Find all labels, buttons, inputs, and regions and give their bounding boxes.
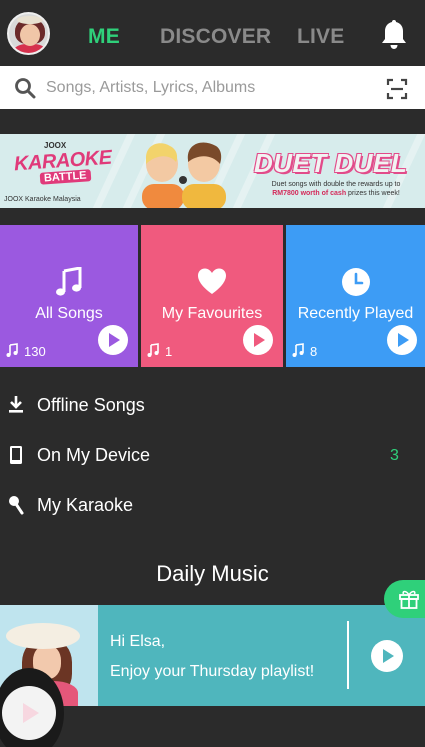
menu-item-label: Offline Songs (37, 395, 145, 415)
music-note-small-icon (292, 343, 304, 357)
music-note-icon (56, 267, 82, 296)
scan-icon[interactable] (386, 78, 408, 100)
play-button[interactable] (98, 325, 128, 355)
joox-logo-text: JOOX (44, 141, 67, 150)
banner-line-2: RM7800 worth of cash prizes this week! (256, 190, 416, 197)
play-button[interactable] (387, 325, 417, 355)
device-song-count: 3 (390, 447, 399, 464)
search-icon (15, 78, 36, 99)
microphone-icon (9, 496, 24, 515)
avatar[interactable] (7, 12, 50, 55)
tile-count: 8 (310, 344, 318, 359)
tile-label: All Songs (35, 305, 103, 322)
tile-count: 130 (24, 344, 46, 359)
battle-logo-text: BATTLE (39, 169, 91, 185)
tab-discover[interactable]: DISCOVER (160, 25, 271, 49)
music-note-small-icon (6, 343, 18, 357)
phone-icon (10, 446, 22, 464)
mini-player-disc (2, 686, 56, 740)
search-input[interactable] (46, 77, 366, 99)
tile-my-favourites[interactable]: My Favourites 1 (141, 225, 283, 367)
tile-label: My Favourites (161, 305, 263, 322)
daily-music-title: Daily Music (156, 561, 269, 586)
heart-icon (198, 268, 226, 294)
banner-line-1: Duet songs with double the rewards up to (271, 181, 401, 188)
top-bar: ME DISCOVER LIVE (0, 0, 425, 66)
tile-recently-played[interactable]: Recently Played 8 (286, 225, 425, 367)
promo-banner[interactable]: JOOX KARAOKE BATTLE JOOX Karaoke Malaysi… (0, 134, 425, 208)
category-tiles: All Songs 130 My Favourites 1 Recently P… (0, 225, 425, 367)
tab-live[interactable]: LIVE (297, 25, 344, 49)
duet-duel-title: DUET DUEL (254, 148, 408, 178)
menu-item-my-karaoke[interactable]: My Karaoke (0, 485, 425, 525)
tile-count: 1 (165, 344, 173, 359)
banner-prize-highlight: RM7800 worth of cash (272, 190, 347, 197)
music-note-small-icon (147, 343, 159, 357)
daily-music-card[interactable]: Hi Elsa, Enjoy your Thursday playlist! (0, 605, 425, 706)
tile-all-songs[interactable]: All Songs 130 (0, 225, 138, 367)
menu-item-label: On My Device (37, 445, 151, 465)
banner-footer: JOOX Karaoke Malaysia (4, 196, 81, 203)
banner-line-2-rest: prizes this week! (346, 190, 400, 197)
bell-icon[interactable] (380, 18, 408, 50)
download-icon (9, 396, 23, 413)
gift-button[interactable] (384, 580, 425, 618)
clock-icon (342, 268, 370, 296)
tile-label: Recently Played (297, 305, 414, 322)
play-button[interactable] (243, 325, 273, 355)
duet-singers-illustration (142, 142, 226, 208)
daily-greeting: Hi Elsa, (110, 633, 166, 650)
menu-item-label: My Karaoke (37, 495, 134, 515)
tab-me[interactable]: ME (88, 25, 120, 49)
gift-icon (399, 590, 419, 609)
divider (347, 621, 349, 689)
menu-item-on-my-device[interactable]: On My Device 3 (0, 435, 425, 475)
menu-item-offline-songs[interactable]: Offline Songs (0, 385, 425, 425)
daily-subtitle: Enjoy your Thursday playlist! (110, 663, 315, 680)
daily-play-button[interactable] (371, 640, 403, 672)
search-bar (0, 66, 425, 109)
